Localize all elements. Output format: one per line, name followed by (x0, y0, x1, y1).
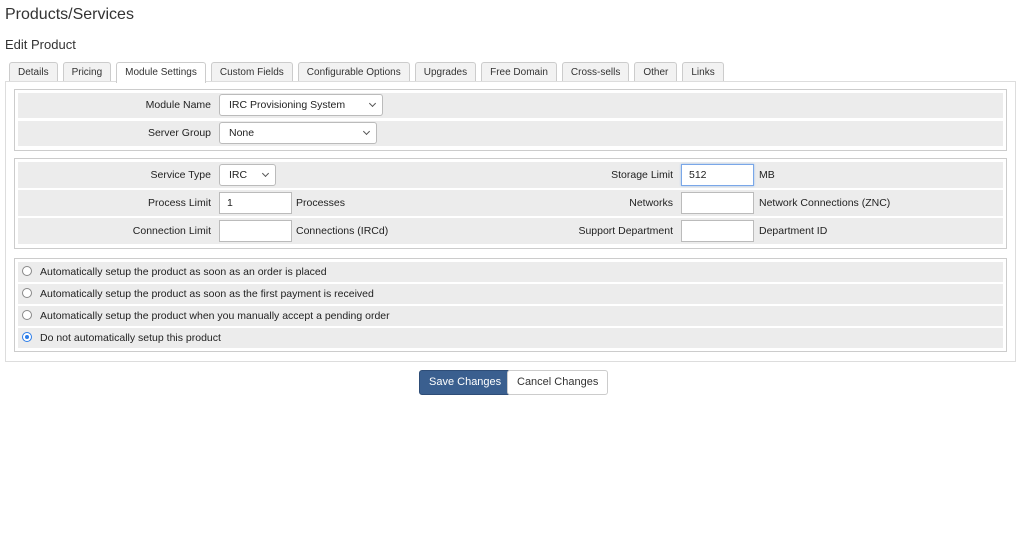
tab-upgrades[interactable]: Upgrades (414, 62, 477, 82)
connection-limit-unit: Connections (IRCd) (296, 225, 389, 237)
chevron-down-icon (368, 99, 377, 108)
autosetup-option-none[interactable]: Do not automatically setup this product (18, 328, 1003, 348)
server-group-label: Server Group (147, 127, 211, 139)
radio-button-checked[interactable] (22, 332, 32, 342)
autosetup-option-label: Do not automatically setup this product (40, 332, 221, 344)
module-name-value: IRC Provisioning System (229, 99, 346, 111)
save-changes-button[interactable]: Save Changes (419, 370, 512, 395)
product-tabs: Details Pricing Module Settings Custom F… (9, 62, 729, 83)
connection-limit-input[interactable] (219, 220, 292, 242)
autosetup-option-label: Automatically setup the product when you… (40, 310, 390, 322)
radio-button[interactable] (22, 310, 32, 320)
tab-details[interactable]: Details (9, 62, 58, 82)
page-subtitle: Edit Product (5, 37, 76, 52)
tab-custom-fields[interactable]: Custom Fields (210, 62, 293, 82)
module-name-select[interactable]: IRC Provisioning System (219, 94, 383, 116)
connection-limit-label: Connection Limit (132, 225, 211, 237)
cancel-changes-button[interactable]: Cancel Changes (507, 370, 609, 395)
radio-button[interactable] (22, 288, 32, 298)
settings-row-2: Process Limit 1 Processes Networks Netwo… (18, 190, 1003, 216)
storage-limit-unit: MB (759, 169, 775, 181)
radio-button[interactable] (22, 266, 32, 276)
storage-limit-label: Storage Limit (611, 169, 673, 181)
tab-links[interactable]: Links (682, 62, 724, 82)
chevron-down-icon (261, 169, 270, 178)
networks-unit: Network Connections (ZNC) (759, 197, 891, 209)
storage-limit-input[interactable]: 512 (681, 164, 754, 186)
tab-free-domain[interactable]: Free Domain (481, 62, 557, 82)
service-type-select[interactable]: IRC (219, 164, 276, 186)
autosetup-option-label: Automatically setup the product as soon … (40, 266, 327, 278)
networks-input[interactable] (681, 192, 754, 214)
page-title: Products/Services (5, 6, 134, 23)
server-group-value: None (229, 127, 255, 139)
support-department-label: Support Department (578, 225, 673, 237)
tab-cross-sells[interactable]: Cross-sells (561, 62, 630, 82)
server-group-select[interactable]: None (219, 122, 377, 144)
service-type-label: Service Type (150, 169, 211, 181)
module-name-row: Module Name IRC Provisioning System (18, 93, 1003, 118)
process-limit-label: Process Limit (147, 197, 211, 209)
autosetup-option-on-payment[interactable]: Automatically setup the product as soon … (18, 284, 1003, 304)
tab-configurable-options[interactable]: Configurable Options (297, 62, 410, 82)
tab-other[interactable]: Other (634, 62, 678, 82)
module-name-label: Module Name (145, 99, 211, 111)
server-group-row: Server Group None (18, 121, 1003, 146)
tab-module-settings[interactable]: Module Settings (116, 62, 206, 83)
support-department-input[interactable] (681, 220, 754, 242)
networks-label: Networks (629, 197, 673, 209)
process-limit-unit: Processes (296, 197, 346, 209)
autosetup-option-on-accept[interactable]: Automatically setup the product when you… (18, 306, 1003, 326)
process-limit-input[interactable]: 1 (219, 192, 292, 214)
tab-pricing[interactable]: Pricing (62, 62, 112, 82)
autosetup-box: Automatically setup the product as soon … (14, 258, 1007, 352)
autosetup-option-on-order[interactable]: Automatically setup the product as soon … (18, 262, 1003, 282)
service-type-value: IRC (229, 169, 248, 181)
settings-box: Service Type IRC Storage Limit 512 MB Pr… (14, 158, 1007, 249)
autosetup-option-label: Automatically setup the product as soon … (40, 288, 374, 300)
settings-row-3: Connection Limit Connections (IRCd) Supp… (18, 218, 1003, 244)
settings-row-1: Service Type IRC Storage Limit 512 MB (18, 162, 1003, 188)
chevron-down-icon (362, 127, 371, 136)
module-settings-panel: Module Name IRC Provisioning System Serv… (5, 81, 1016, 362)
support-department-unit: Department ID (759, 225, 828, 237)
module-box: Module Name IRC Provisioning System Serv… (14, 89, 1007, 151)
